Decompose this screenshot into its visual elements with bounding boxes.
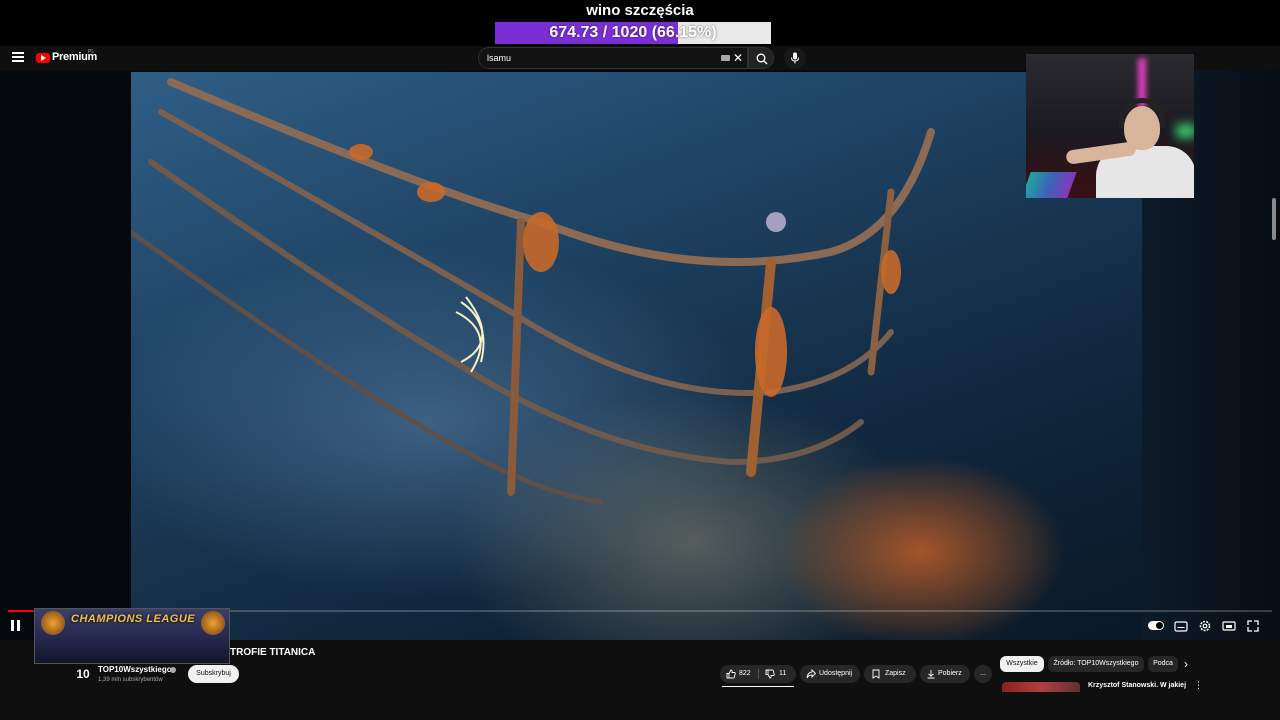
region-label: PL [88,49,95,55]
webcam-keyboard [1026,172,1077,198]
menu-icon[interactable] [12,52,24,62]
download-label: Pobierz [938,670,962,677]
like-dislike-group: 822 11 [720,665,796,683]
headset-icon [1119,98,1165,128]
chip-source[interactable]: Źródło: TOP10Wszystkiego [1048,656,1144,672]
thumbs-up-icon[interactable] [726,669,736,679]
search-button[interactable] [748,47,774,69]
search-input[interactable]: lsamu ✕ [478,47,748,69]
theater-mode-icon[interactable] [1222,619,1236,633]
chip-all[interactable]: Wszystkie [1000,656,1044,672]
download-icon [927,670,935,679]
search-icon [756,53,768,65]
save-button[interactable]: Zapisz [864,665,916,683]
recommendation-thumbnail[interactable] [1002,682,1080,692]
microphone-icon [791,52,799,64]
clear-search-icon[interactable]: ✕ [733,51,743,65]
youtube-logo-icon[interactable] [36,53,50,63]
more-actions-button[interactable]: ... [974,665,992,683]
save-label: Zapisz [885,670,906,677]
thumbnail-orb-right [201,611,225,635]
thumbnail-orb-left [41,611,65,635]
autoplay-toggle[interactable] [1148,621,1164,630]
goal-progress-text: 674.73 / 1020 (66.15%) [549,24,717,41]
subscriber-count: 1,39 mln subskrybentów [98,677,163,683]
recommendation-menu-icon[interactable]: ⋮ [1194,680,1203,691]
like-ratio-bar [722,686,794,687]
chip-podcasts[interactable]: Podca [1148,656,1178,672]
download-button[interactable]: Pobierz [920,665,970,683]
subtitles-icon[interactable] [1174,619,1188,633]
video-frame-titanic-wreck [131,72,1142,640]
bookmark-icon [872,669,880,679]
recommendation-title[interactable]: Krzysztof Stanowski. W jakiej [1088,682,1186,689]
settings-gear-icon[interactable] [1198,619,1212,633]
share-icon [806,669,816,679]
pause-button[interactable] [11,620,21,631]
thumbnail-title: CHAMPIONS LEAGUE [71,613,196,625]
goal-title: wino szczęścia [586,2,694,19]
video-progress-played [8,610,34,612]
fullscreen-icon[interactable] [1246,619,1260,633]
dislike-count[interactable]: 11 [779,665,786,683]
verified-icon [170,667,176,673]
like-divider [758,669,759,679]
subscribe-button[interactable]: Subskrybuj [188,665,239,683]
channel-avatar[interactable]: 10 [74,665,92,683]
wreck-railing-image [131,78,935,505]
pause-icon [11,620,14,631]
pause-icon-bar [17,620,20,631]
stream-thumbnail-overlay: CHAMPIONS LEAGUE [34,608,230,664]
voice-search-button[interactable] [784,47,806,69]
webcam-green-light [1176,124,1194,138]
goal-progress-bar: 674.73 / 1020 (66.15%) [495,22,771,44]
like-count[interactable]: 822 [739,665,751,683]
channel-name[interactable]: TOP10Wszystkiego [98,665,172,674]
streamer-webcam [1026,54,1194,198]
chevron-right-icon[interactable]: › [1184,657,1188,671]
thumbs-down-icon[interactable] [765,669,775,679]
keyboard-icon[interactable] [721,55,730,61]
share-button[interactable]: Udostępnij [800,665,860,683]
sidebar-scrollbar[interactable] [1272,198,1276,240]
search-value: lsamu [487,53,512,63]
share-label: Udostępnij [819,670,853,677]
video-title: TROFIE TITANICA [230,647,316,658]
